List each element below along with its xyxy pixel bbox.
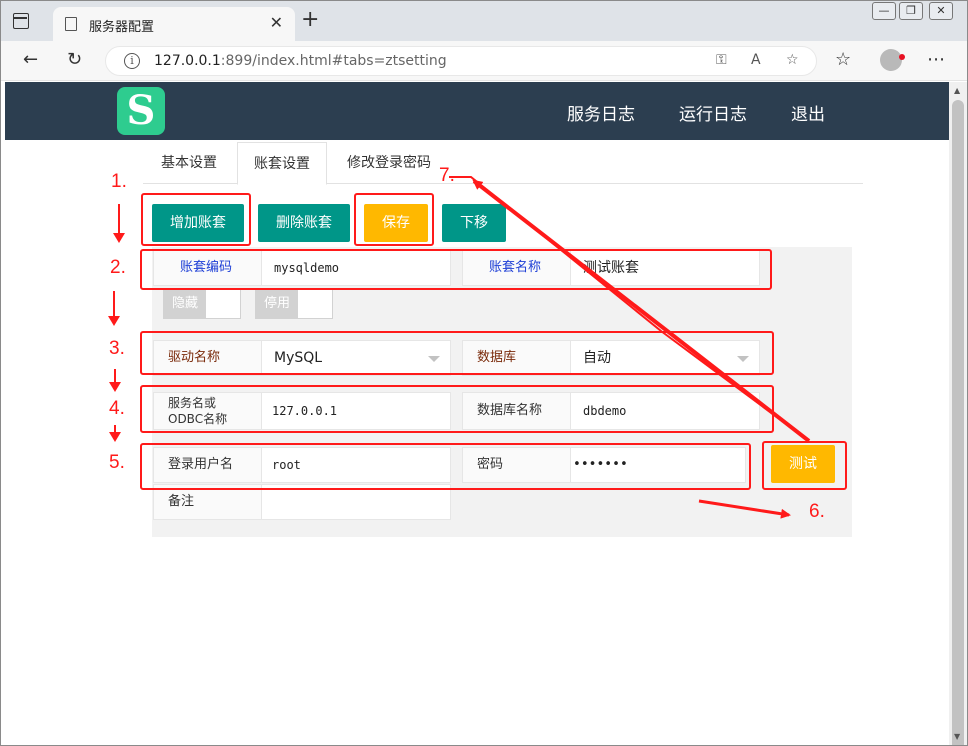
annotation-arrows [449, 176, 811, 519]
arrow-to-save-tab [472, 179, 811, 443]
browser-window: 服务器配置 ✕ + — ❐ ✕ ← ↻ i 127.0.0.1:899/inde… [0, 0, 968, 746]
arrow-to-test [698, 499, 791, 519]
